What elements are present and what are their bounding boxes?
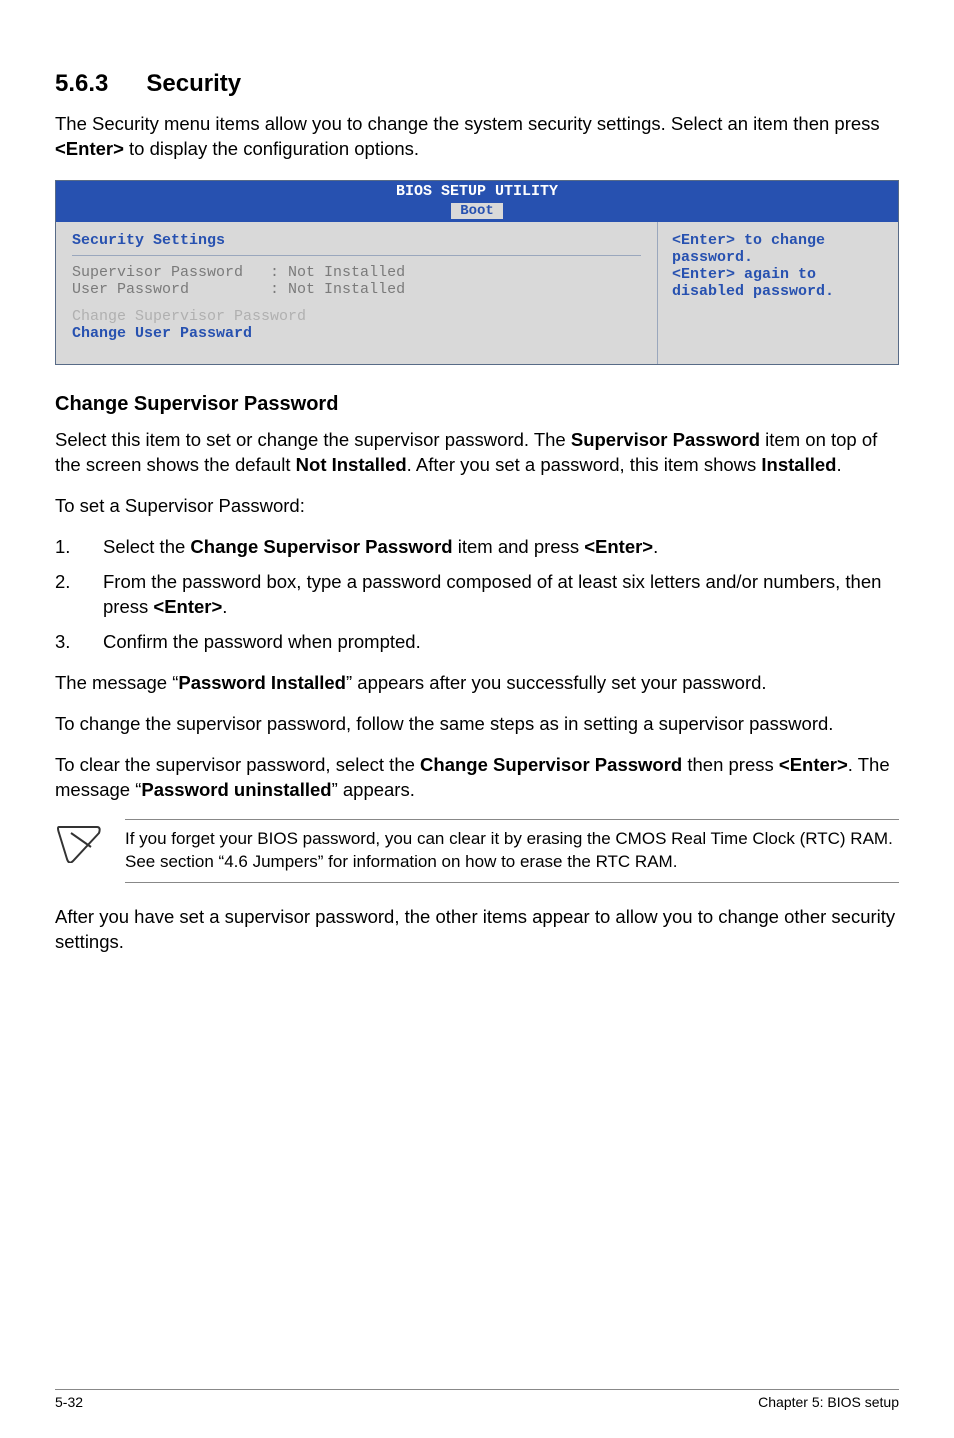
- bios-row-supervisor: Supervisor Password : Not Installed: [72, 264, 641, 281]
- bios-change-user: Change User Passward: [72, 325, 641, 342]
- steps-list: Select the Change Supervisor Password it…: [55, 535, 899, 655]
- bios-security-settings-title: Security Settings: [72, 232, 641, 256]
- text-fragment: ” appears after you successfully set you…: [346, 672, 767, 693]
- bios-screenshot: BIOS SETUP UTILITY Boot Security Setting…: [55, 180, 899, 365]
- bios-row-user: User Password : Not Installed: [72, 281, 641, 298]
- footer-page-number: 5-32: [55, 1394, 83, 1410]
- text-fragment: Select this item to set or change the su…: [55, 429, 571, 450]
- bios-help-pane: <Enter> to change password. <Enter> agai…: [658, 222, 898, 364]
- csp-msg1: The message “Password Installed” appears…: [55, 671, 899, 696]
- text-bold: Password Installed: [178, 672, 346, 693]
- change-supervisor-heading: Change Supervisor Password: [55, 393, 899, 416]
- csp-para5: To clear the supervisor password, select…: [55, 753, 899, 803]
- text-bold: Password uninstalled: [141, 779, 331, 800]
- step-item: From the password box, type a password c…: [55, 570, 899, 620]
- bios-help-line: <Enter> again to: [672, 266, 884, 283]
- text-bold: Supervisor Password: [571, 429, 760, 450]
- bios-row-value: : Not Installed: [270, 264, 405, 281]
- section-title: Security: [146, 70, 241, 97]
- step-item: Select the Change Supervisor Password it…: [55, 535, 899, 560]
- text-fragment: . After you set a password, this item sh…: [407, 454, 762, 475]
- intro-key: <Enter>: [55, 138, 124, 159]
- text-fragment: .: [653, 536, 658, 557]
- footer-chapter: Chapter 5: BIOS setup: [758, 1394, 899, 1410]
- text-fragment: ” appears.: [332, 779, 415, 800]
- page-footer: 5-32 Chapter 5: BIOS setup: [55, 1389, 899, 1410]
- intro-post: to display the configuration options.: [124, 138, 419, 159]
- bios-help-line: <Enter> to change: [672, 232, 884, 249]
- text-bold: <Enter>: [153, 596, 222, 617]
- csp-para6: After you have set a supervisor password…: [55, 905, 899, 955]
- bios-row-label: Supervisor Password: [72, 264, 243, 281]
- text-bold: Not Installed: [296, 454, 407, 475]
- bios-title: BIOS SETUP UTILITY: [396, 183, 558, 200]
- csp-para4: To change the supervisor password, follo…: [55, 712, 899, 737]
- text-bold: Change Supervisor Password: [190, 536, 452, 557]
- intro-paragraph: The Security menu items allow you to cha…: [55, 112, 899, 162]
- section-heading: 5.6.3 Security: [55, 70, 899, 98]
- text-fragment: Confirm the password when prompted.: [103, 631, 421, 652]
- section-number: 5.6.3: [55, 70, 108, 98]
- note-icon: [55, 823, 103, 868]
- intro-pre: The Security menu items allow you to cha…: [55, 113, 880, 134]
- bios-help-line: password.: [672, 249, 884, 266]
- csp-para2: To set a Supervisor Password:: [55, 494, 899, 519]
- step-item: Confirm the password when prompted.: [55, 630, 899, 655]
- text-fragment: .: [222, 596, 227, 617]
- bios-tab-boot: Boot: [450, 202, 504, 220]
- text-fragment: item and press: [453, 536, 585, 557]
- text-bold: Change Supervisor Password: [420, 754, 682, 775]
- text-fragment: .: [836, 454, 841, 475]
- csp-para1: Select this item to set or change the su…: [55, 428, 899, 478]
- text-bold: Installed: [761, 454, 836, 475]
- bios-body: Security Settings Supervisor Password : …: [56, 222, 898, 364]
- text-bold: <Enter>: [779, 754, 848, 775]
- bios-change-supervisor: Change Supervisor Password: [72, 308, 641, 325]
- bios-titlebar: BIOS SETUP UTILITY Boot: [56, 181, 898, 222]
- note-block: If you forget your BIOS password, you ca…: [55, 819, 899, 883]
- text-fragment: The message “: [55, 672, 178, 693]
- text-fragment: Select the: [103, 536, 190, 557]
- bios-left-pane: Security Settings Supervisor Password : …: [56, 222, 658, 364]
- bios-help-line: disabled password.: [672, 283, 884, 300]
- text-fragment: then press: [682, 754, 779, 775]
- bios-row-label: User Password: [72, 281, 189, 298]
- note-text: If you forget your BIOS password, you ca…: [125, 819, 899, 883]
- bios-row-value: : Not Installed: [270, 281, 405, 298]
- text-fragment: To clear the supervisor password, select…: [55, 754, 420, 775]
- text-bold: <Enter>: [584, 536, 653, 557]
